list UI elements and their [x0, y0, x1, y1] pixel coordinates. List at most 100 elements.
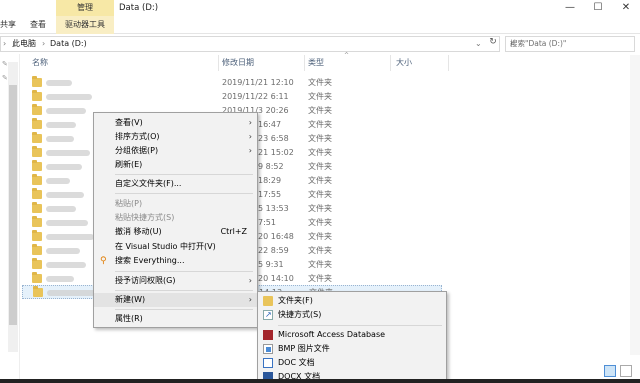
menu-separator [115, 174, 253, 175]
ribbon-tabs: 共享 查看 驱动器工具 [0, 16, 640, 34]
file-type: 文件夹 [308, 162, 332, 171]
menu-item-view[interactable]: 查看(V) › [94, 116, 257, 130]
chevron-right-icon: › [248, 146, 252, 155]
menu-item-grant-access[interactable]: 授予访问权限(G) › [94, 274, 257, 288]
column-type[interactable]: 类型 [308, 55, 324, 71]
menu-separator [115, 193, 253, 194]
vertical-scrollbar[interactable] [630, 55, 640, 355]
file-type: 文件夹 [308, 260, 332, 269]
folder-icon [32, 174, 42, 185]
folder-icon [32, 160, 42, 171]
blurred-name [46, 136, 74, 142]
chevron-down-icon[interactable]: ⌄ [475, 37, 482, 51]
submenu-item-access-database[interactable]: Microsoft Access Database [258, 328, 446, 342]
address-row: › 此电脑 › Data (D:) ⌄ ↻ 搜索"Data (D:)" ⌕ [0, 35, 640, 53]
file-type: 文件夹 [308, 106, 332, 115]
submenu-item-shortcut[interactable]: 快捷方式(S) [258, 308, 446, 322]
modified-date: 7:51 [258, 218, 276, 227]
column-divider[interactable] [390, 55, 391, 71]
column-divider[interactable] [448, 55, 449, 71]
blurred-name [46, 248, 80, 254]
menu-item-group-by[interactable]: 分组依据(P) › [94, 144, 257, 158]
menu-item-open-visual-studio[interactable]: 在 Visual Studio 中打开(V) [94, 240, 257, 254]
file-type: 文件夹 [308, 246, 332, 255]
large-icons-view-icon[interactable] [620, 365, 632, 377]
sort-arrow-icon: ^ [344, 52, 350, 59]
chevron-right-icon: › [248, 295, 252, 304]
blurred-name [46, 80, 72, 86]
folder-icon [32, 132, 42, 143]
view-toggle [604, 365, 638, 377]
modified-date: 23 6:58 [258, 134, 289, 143]
menu-item-new[interactable]: 新建(W) › [94, 293, 257, 307]
blurred-name [46, 178, 70, 184]
modified-date: 17:55 [258, 190, 282, 199]
tab-drive-tools[interactable]: 驱动器工具 [56, 16, 114, 34]
menu-item-refresh[interactable]: 刷新(E) [94, 158, 257, 172]
blurred-name [46, 220, 88, 226]
table-row[interactable]: 2019/11/22 6:11 文件夹 [22, 90, 442, 104]
search-input[interactable]: 搜索"Data (D:)" ⌕ [505, 36, 635, 52]
blurred-name [46, 192, 84, 198]
folder-icon [32, 118, 42, 129]
menu-item-properties[interactable]: 属性(R) [94, 312, 257, 326]
blurred-name [46, 150, 90, 156]
shortcut-text: Ctrl+Z [220, 227, 247, 236]
file-type: 文件夹 [308, 134, 332, 143]
column-size[interactable]: 大小 [396, 55, 412, 71]
minimize-button[interactable]: — [556, 0, 584, 16]
file-type: 文件夹 [308, 176, 332, 185]
menu-item-paste-shortcut[interactable]: 粘贴快捷方式(S) [94, 211, 257, 225]
modified-date: 20 16:48 [258, 232, 294, 241]
breadcrumb-data-d[interactable]: Data (D:) [50, 37, 87, 51]
folder-icon [32, 216, 42, 227]
details-view-icon[interactable] [604, 365, 616, 377]
pin-icon: ✎ [2, 74, 8, 82]
submenu-item-folder[interactable]: 文件夹(F) [258, 294, 446, 308]
bmp-icon [263, 344, 273, 354]
menu-item-sort-by[interactable]: 排序方式(O) › [94, 130, 257, 144]
close-button[interactable]: ✕ [612, 0, 640, 16]
menu-item-undo-move[interactable]: 撤消 移动(U) Ctrl+Z [94, 225, 257, 239]
modified-date: 22 8:59 [258, 246, 289, 255]
blurred-name [46, 164, 82, 170]
submenu-item-doc[interactable]: DOC 文档 [258, 356, 446, 370]
new-submenu: 文件夹(F) 快捷方式(S) Microsoft Access Database… [257, 291, 447, 383]
table-row[interactable]: 2019/11/21 12:10 文件夹 [22, 76, 442, 90]
folder-icon [33, 286, 43, 297]
folder-icon [32, 90, 42, 101]
folder-icon [32, 244, 42, 255]
maximize-button[interactable]: ☐ [584, 0, 612, 16]
modified-date: 9 8:52 [258, 162, 284, 171]
folder-icon [32, 258, 42, 269]
tab-manage[interactable]: 管理 [56, 0, 114, 16]
column-name[interactable]: 名称 [32, 55, 48, 71]
modified-date: 16:47 [258, 120, 282, 129]
refresh-icon[interactable]: ↻ [487, 35, 499, 49]
blurred-name [46, 276, 74, 282]
folder-icon [32, 272, 42, 283]
column-modified[interactable]: 修改日期 [222, 55, 254, 71]
breadcrumb-this-pc[interactable]: 此电脑 [12, 37, 36, 51]
modified-date: 21 15:02 [258, 148, 294, 157]
nav-scroll-thumb[interactable] [9, 85, 17, 325]
menu-item-paste[interactable]: 粘贴(P) [94, 197, 257, 211]
file-type: 文件夹 [308, 218, 332, 227]
tab-share[interactable]: 共享 [0, 16, 18, 34]
tab-view[interactable]: 查看 [30, 16, 46, 34]
chevron-right-icon: › [248, 276, 252, 285]
column-divider[interactable] [218, 55, 219, 71]
blurred-name [46, 206, 76, 212]
pin-icon: ✎ [2, 60, 8, 68]
modified-date: 5 13:53 [258, 204, 289, 213]
menu-item-search-everything[interactable]: ⚲ 搜索 Everything... [94, 254, 257, 268]
back-arrow-icon[interactable]: › [3, 37, 6, 51]
shortcut-icon [263, 308, 273, 322]
menu-item-customize-folder[interactable]: 自定义文件夹(F)... [94, 177, 257, 191]
submenu-item-bmp[interactable]: BMP 图片文件 [258, 342, 446, 356]
file-type: 文件夹 [308, 92, 332, 101]
column-divider[interactable] [304, 55, 305, 71]
address-bar[interactable]: › 此电脑 › Data (D:) ⌄ [0, 36, 500, 52]
blurred-name [47, 290, 99, 296]
search-everything-icon: ⚲ [100, 256, 107, 266]
